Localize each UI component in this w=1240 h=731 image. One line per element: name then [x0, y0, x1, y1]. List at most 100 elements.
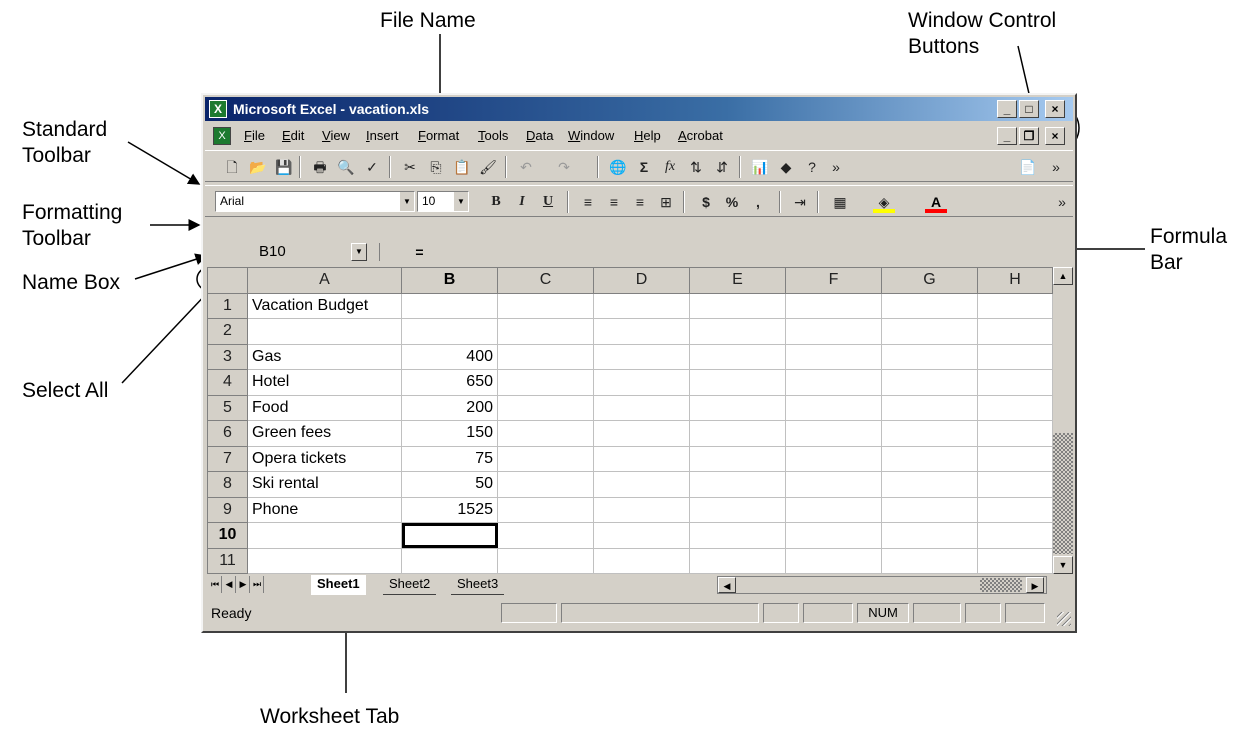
cell[interactable]: Phone — [247, 496, 402, 523]
scroll-left-icon[interactable]: ◀ — [718, 577, 736, 593]
scroll-down-icon[interactable]: ▼ — [1053, 556, 1073, 574]
cell[interactable]: Gas — [247, 343, 402, 370]
cell[interactable] — [497, 420, 594, 447]
row-header[interactable]: 9 — [207, 496, 248, 523]
column-header-b[interactable]: B — [401, 267, 498, 294]
redo-icon[interactable]: ↷ — [553, 156, 575, 178]
cell[interactable] — [785, 369, 882, 396]
cell[interactable] — [977, 369, 1053, 396]
scroll-up-icon[interactable]: ▲ — [1053, 267, 1073, 285]
toolbar-options-icon[interactable]: » — [1051, 191, 1073, 213]
chevron-down-icon[interactable]: ▼ — [453, 192, 468, 211]
cell[interactable]: 75 — [401, 445, 498, 472]
cell[interactable] — [401, 547, 498, 574]
cell[interactable] — [881, 420, 978, 447]
cell[interactable] — [689, 547, 786, 574]
cell[interactable] — [593, 547, 690, 574]
column-header-a[interactable]: A — [247, 267, 402, 294]
cell[interactable]: Green fees — [247, 420, 402, 447]
cell[interactable] — [689, 522, 786, 549]
sheet-tab-sheet1[interactable]: Sheet1 — [311, 575, 366, 595]
cell[interactable] — [977, 496, 1053, 523]
cell[interactable] — [689, 292, 786, 319]
cell[interactable]: Opera tickets — [247, 445, 402, 472]
cell[interactable] — [785, 445, 882, 472]
cell[interactable] — [689, 318, 786, 345]
font-color-icon[interactable]: A — [925, 191, 947, 213]
cell[interactable]: 50 — [401, 471, 498, 498]
align-left-icon[interactable]: ≡ — [577, 191, 599, 213]
menu-view[interactable]: View — [319, 125, 353, 147]
column-header-f[interactable]: F — [785, 267, 882, 294]
edit-formula-button[interactable]: = — [379, 243, 459, 261]
menu-help[interactable]: Help — [631, 125, 664, 147]
cell[interactable] — [593, 369, 690, 396]
cell[interactable] — [785, 318, 882, 345]
align-center-icon[interactable]: ≡ — [603, 191, 625, 213]
row-header[interactable]: 4 — [207, 369, 248, 396]
cell[interactable]: 150 — [401, 420, 498, 447]
cell[interactable] — [689, 343, 786, 370]
column-header-g[interactable]: G — [881, 267, 978, 294]
row-header[interactable]: 1 — [207, 292, 248, 319]
more-buttons-icon[interactable]: » — [825, 156, 847, 178]
chevron-down-icon[interactable]: ▼ — [351, 243, 367, 261]
sheet-tab-sheet3[interactable]: Sheet3 — [451, 575, 505, 595]
chevron-down-icon[interactable]: ▼ — [399, 192, 414, 211]
row-header[interactable]: 10 — [207, 522, 248, 549]
menu-format[interactable]: Format — [415, 125, 462, 147]
save-icon[interactable]: 💾 — [273, 156, 295, 178]
cell[interactable]: Food — [247, 394, 402, 421]
cell[interactable] — [977, 318, 1053, 345]
cell[interactable] — [689, 394, 786, 421]
cell[interactable] — [977, 471, 1053, 498]
drawing-icon[interactable]: ◆ — [775, 156, 797, 178]
cell[interactable] — [881, 522, 978, 549]
cell[interactable] — [593, 471, 690, 498]
cell[interactable] — [497, 496, 594, 523]
autosum-icon[interactable]: Σ — [633, 156, 655, 178]
cell[interactable] — [977, 343, 1053, 370]
cell[interactable] — [593, 394, 690, 421]
cell[interactable] — [785, 496, 882, 523]
cell[interactable] — [785, 394, 882, 421]
increase-indent-icon[interactable]: ⇥ — [789, 191, 811, 213]
open-icon[interactable]: 📂 — [247, 156, 269, 178]
cell[interactable] — [977, 445, 1053, 472]
active-cell[interactable] — [401, 522, 498, 549]
row-header[interactable]: 2 — [207, 318, 248, 345]
menu-acrobat[interactable]: Acrobat — [675, 125, 726, 147]
hyperlink-icon[interactable]: 🌐 — [607, 156, 629, 178]
paste-icon[interactable]: 📋 — [451, 156, 473, 178]
resize-grip-icon[interactable] — [1057, 612, 1071, 626]
cell[interactable] — [881, 394, 978, 421]
cell[interactable] — [497, 318, 594, 345]
cut-icon[interactable]: ✂ — [399, 156, 421, 178]
menu-window[interactable]: Window — [565, 125, 617, 147]
cell[interactable] — [785, 471, 882, 498]
row-header[interactable]: 8 — [207, 471, 248, 498]
excel-app-icon[interactable]: X — [209, 100, 227, 118]
title-bar[interactable]: X Microsoft Excel - vacation.xls _ □ × — [205, 97, 1073, 121]
cell[interactable] — [689, 471, 786, 498]
cell[interactable] — [881, 445, 978, 472]
copy-icon[interactable]: ⎘ — [425, 156, 447, 178]
cell[interactable] — [401, 292, 498, 319]
cell[interactable] — [785, 547, 882, 574]
cell[interactable] — [977, 522, 1053, 549]
cell[interactable] — [785, 522, 882, 549]
name-box[interactable]: B10 — [207, 241, 361, 263]
menu-file[interactable]: File — [241, 125, 268, 147]
cell[interactable] — [593, 318, 690, 345]
formula-input[interactable] — [461, 242, 1071, 262]
cell[interactable] — [497, 445, 594, 472]
align-right-icon[interactable]: ≡ — [629, 191, 651, 213]
horizontal-scrollbar[interactable]: ◀ ▶ — [717, 576, 1047, 594]
row-header[interactable]: 7 — [207, 445, 248, 472]
cell[interactable] — [593, 522, 690, 549]
scroll-right-icon[interactable]: ▶ — [1026, 577, 1044, 593]
row-header[interactable]: 11 — [207, 547, 248, 574]
cell[interactable]: Vacation Budget — [247, 292, 402, 319]
print-preview-icon[interactable]: 🔍 — [335, 156, 357, 178]
horizontal-scroll-thumb[interactable] — [980, 578, 1022, 592]
